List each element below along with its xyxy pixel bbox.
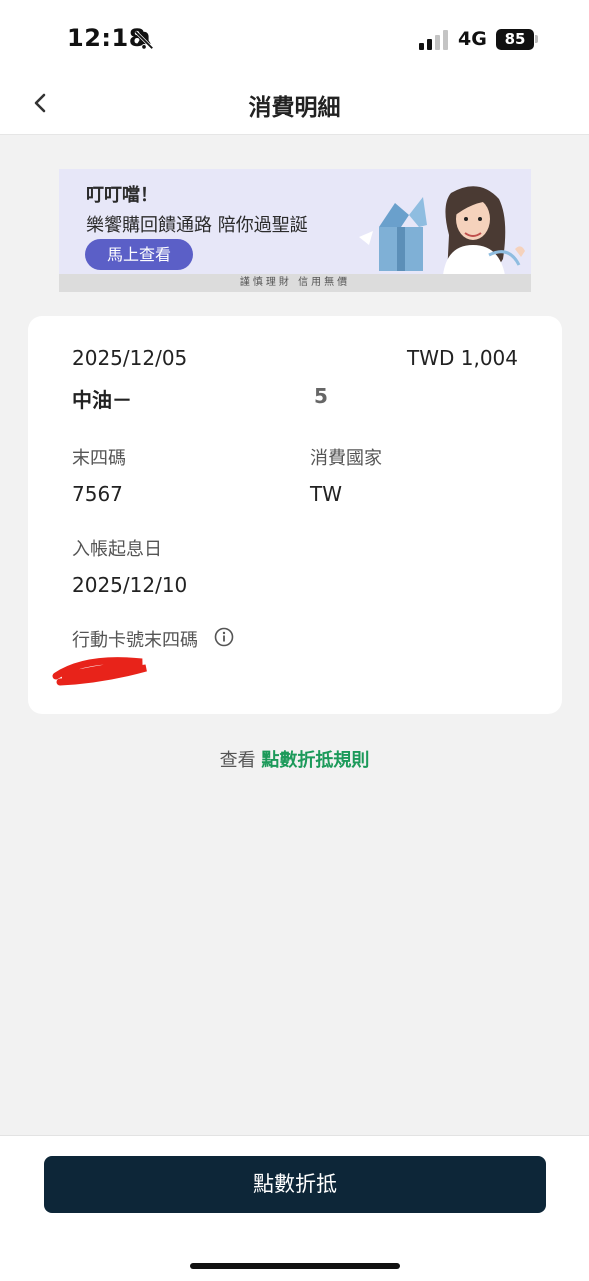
banner-cta-button[interactable]: 馬上查看	[85, 239, 193, 270]
points-redeem-button[interactable]: 點數折抵	[44, 1156, 546, 1213]
woman-with-gift-illustration	[359, 186, 525, 275]
posting-date-value: 2025/12/10	[72, 573, 188, 597]
bell-off-icon	[134, 30, 154, 50]
transaction-date: 2025/12/05	[72, 346, 188, 370]
rules-line: 查看 點數折抵規則	[0, 746, 589, 772]
info-icon[interactable]	[214, 627, 234, 647]
country-label: 消費國家	[310, 448, 382, 469]
last4-label: 末四碼	[72, 448, 126, 469]
promo-banner[interactable]: 叮叮噹！ 樂饗購回饋通路 陪你過聖誕 馬上查看 謹慎理財 信用無價	[59, 169, 531, 292]
posting-date-label: 入帳起息日	[72, 539, 162, 560]
merchant-name: 中油－	[72, 384, 132, 413]
network-label: 4G	[458, 28, 487, 50]
transaction-details-card: 2025/12/05 TWD 1,004 中油－ 5 末四碼 消費國家 7567…	[28, 316, 562, 714]
nav-bar: 消費明細	[0, 72, 589, 135]
merchant-blur-redaction	[138, 386, 316, 410]
battery-icon: 85	[496, 29, 534, 50]
banner-subtitle: 樂饗購回饋通路 陪你過聖誕	[86, 215, 308, 236]
page-title: 消費明細	[248, 95, 341, 121]
rules-prefix: 查看	[219, 750, 262, 771]
last4-value: 7567	[72, 482, 123, 506]
country-value: TW	[310, 482, 342, 506]
signal-icon	[419, 30, 448, 50]
battery-tip	[535, 35, 538, 43]
points-rules-link[interactable]: 點數折抵規則	[261, 750, 369, 771]
merchant-name-text: 中油－	[72, 388, 132, 412]
transaction-amount: TWD 1,004	[406, 346, 518, 370]
banner-title: 叮叮噹！	[86, 185, 158, 206]
banner-disclaimer: 謹慎理財 信用無價	[59, 274, 531, 292]
merchant-name-partial: 5	[314, 384, 328, 408]
home-indicator	[190, 1263, 400, 1269]
bottom-action-bar: 點數折抵	[0, 1135, 589, 1281]
status-bar: 12:18 4G 85	[0, 0, 589, 72]
red-scribble-redaction	[52, 657, 147, 686]
mobile-card-last4-label: 行動卡號末四碼	[72, 630, 198, 651]
